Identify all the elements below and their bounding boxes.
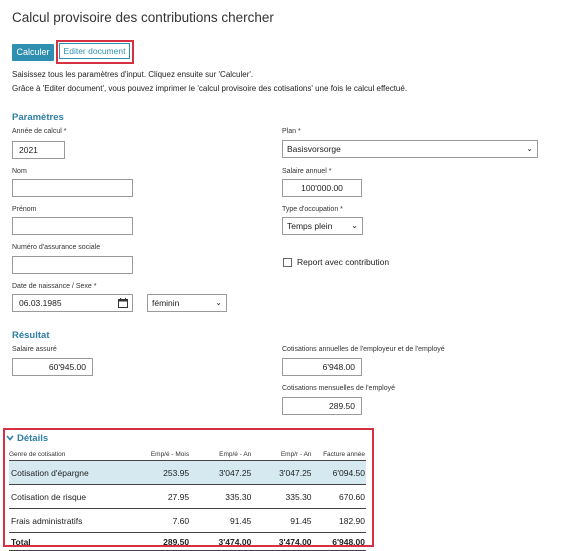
col-header: Emp/r - An <box>252 448 313 461</box>
page-title: Calcul provisoire des contributions cher… <box>12 10 274 25</box>
monthly-contrib-label: Cotisations mensuelles de l'employé <box>282 385 396 392</box>
occupation-label: Type d'occupation * <box>282 206 343 213</box>
table-row[interactable]: Frais administratifs 7.60 91.45 91.45 18… <box>9 508 366 533</box>
chevron-down-icon: ⌄ <box>215 298 222 307</box>
annual-contrib-value: 6'948.00 <box>282 358 362 376</box>
table-cell: Total <box>9 532 129 551</box>
table-cell: 3'047.25 <box>252 460 313 485</box>
table-cell: 289.50 <box>128 532 191 551</box>
table-cell: Frais administratifs <box>9 508 129 533</box>
salary-label: Salaire annuel * <box>282 168 332 175</box>
col-header: Emp/é - An <box>190 448 253 461</box>
chevron-down-icon[interactable] <box>6 435 14 441</box>
table-cell: 3'474.00 <box>252 532 313 551</box>
details-table: Genre de cotisation Emp/é - Mois Emp/é -… <box>9 448 366 551</box>
birthdate-value: 06.03.1985 <box>19 298 62 308</box>
chevron-down-icon: ⌄ <box>526 144 533 153</box>
col-header: Facture année <box>312 448 366 461</box>
table-cell: 335.30 <box>252 484 313 509</box>
name-input[interactable] <box>12 179 133 197</box>
table-header-row: Genre de cotisation Emp/é - Mois Emp/é -… <box>9 448 366 461</box>
plan-select[interactable]: Basisvorsorge ⌄ <box>282 140 538 158</box>
info-text-2: Grâce à 'Editer document', vous pouvez i… <box>12 84 408 93</box>
table-cell: 253.95 <box>128 460 191 485</box>
table-row[interactable]: Cotisation d'épargne 253.95 3'047.25 3'0… <box>9 460 366 485</box>
calendar-icon[interactable] <box>118 298 128 308</box>
occupation-select-value: Temps plein <box>287 221 333 231</box>
table-row[interactable]: Cotisation de risque 27.95 335.30 335.30… <box>9 484 366 509</box>
table-cell: 182.90 <box>312 508 366 533</box>
insured-salary-value: 60'945.00 <box>12 358 93 376</box>
table-cell: 91.45 <box>190 508 253 533</box>
result-title: Résultat <box>12 330 50 341</box>
table-cell: 6'948.00 <box>312 532 366 551</box>
col-header: Genre de cotisation <box>9 448 129 461</box>
details-title[interactable]: Détails <box>17 433 48 444</box>
calculate-button[interactable]: Calculer <box>12 44 54 61</box>
plan-label: Plan * <box>282 128 301 135</box>
firstname-input[interactable] <box>12 217 133 235</box>
year-input[interactable]: 2021 <box>12 141 65 159</box>
sex-select-value: féminin <box>152 298 180 308</box>
annual-contrib-label: Cotisations annuelles de l'employeur et … <box>282 346 445 353</box>
plan-select-value: Basisvorsorge <box>287 144 341 154</box>
ssn-label: Numéro d'assurance sociale <box>12 244 101 251</box>
name-label: Nom <box>12 168 27 175</box>
table-cell: 3'047.25 <box>190 460 253 485</box>
col-header: Emp/é - Mois <box>128 448 191 461</box>
chevron-down-icon: ⌄ <box>351 221 358 230</box>
monthly-contrib-value: 289.50 <box>282 397 362 415</box>
info-text-1: Saisissez tous les paramètres d'input. C… <box>12 70 254 79</box>
report-label: Report avec contribution <box>297 257 390 267</box>
table-cell: 670.60 <box>312 484 366 509</box>
table-total-row: Total 289.50 3'474.00 3'474.00 6'948.00 <box>9 532 366 551</box>
table-cell: 335.30 <box>190 484 253 509</box>
table-cell: 6'094.50 <box>312 460 366 485</box>
sex-select[interactable]: féminin ⌄ <box>147 294 227 312</box>
edit-document-button[interactable]: Editer document <box>59 43 130 59</box>
occupation-select[interactable]: Temps plein ⌄ <box>282 217 363 235</box>
birthdate-input[interactable]: 06.03.1985 <box>12 294 133 312</box>
birth-label: Date de naissance / Sexe * <box>12 283 97 290</box>
table-cell: 7.60 <box>128 508 191 533</box>
parameters-title: Paramètres <box>12 112 64 123</box>
table-cell: 91.45 <box>252 508 313 533</box>
report-checkbox[interactable] <box>283 258 292 267</box>
firstname-label: Prénom <box>12 206 37 213</box>
ssn-input[interactable] <box>12 256 133 274</box>
table-cell: 3'474.00 <box>190 532 253 551</box>
table-cell: Cotisation d'épargne <box>9 460 129 485</box>
table-cell: 27.95 <box>128 484 191 509</box>
table-cell: Cotisation de risque <box>9 484 129 509</box>
salary-input[interactable]: 100'000.00 <box>282 179 362 197</box>
insured-salary-label: Salaire assuré <box>12 346 57 353</box>
year-label: Année de calcul * <box>12 128 67 135</box>
